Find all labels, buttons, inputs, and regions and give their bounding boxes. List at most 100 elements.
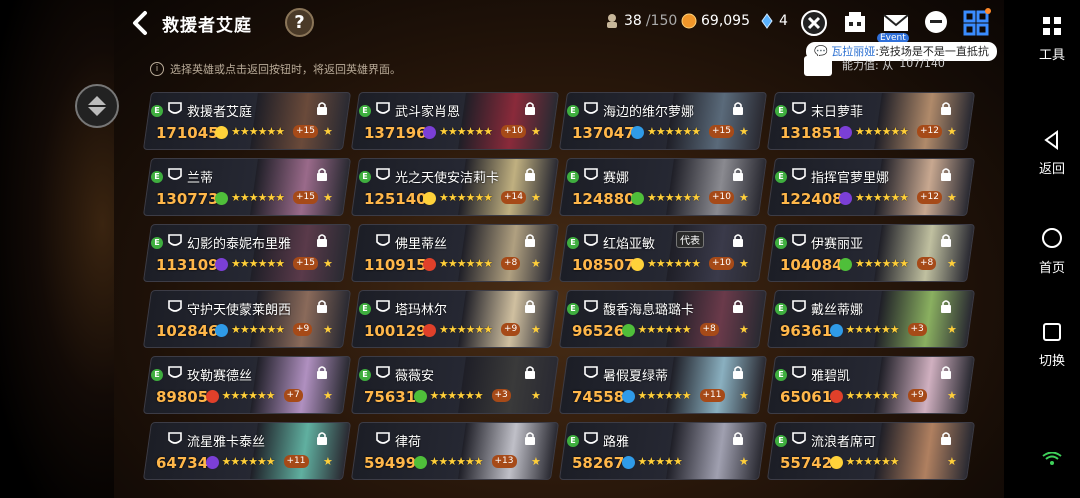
lock-icon[interactable] — [316, 233, 328, 247]
compass-icon[interactable] — [799, 8, 829, 38]
star-rating: ★★★★★★ — [647, 257, 701, 270]
star-rating: ★★★★★★ — [845, 455, 899, 468]
hero-card[interactable]: E 救援者艾庭 171045 ★★★★★★ +15 ★ — [142, 92, 352, 150]
class-icon — [376, 366, 390, 378]
e-badge: E — [775, 105, 787, 117]
rank-star-icon: ★ — [739, 323, 749, 336]
hero-power: 108507 — [572, 256, 635, 274]
hero-card[interactable]: E 兰蒂 130773 ★★★★★★ +15 ★ — [142, 158, 352, 216]
hero-card[interactable]: E 末日萝菲 131851 ★★★★★★ +12 ★ — [766, 92, 976, 150]
lock-icon[interactable] — [524, 431, 536, 445]
hero-card[interactable]: E 红焰亚敏 代表 108507 ★★★★★★ +10 ★ — [558, 224, 768, 282]
hero-count-max: /150 — [645, 13, 678, 29]
lock-icon[interactable] — [316, 167, 328, 181]
lock-icon[interactable] — [732, 299, 744, 313]
hero-name: 塔玛林尔 — [395, 303, 448, 318]
tools-button[interactable]: 工具 — [1024, 16, 1080, 63]
lock-icon[interactable] — [732, 167, 744, 181]
earth-element-icon — [413, 390, 427, 403]
lock-icon[interactable] — [524, 299, 536, 313]
lock-icon[interactable] — [940, 299, 952, 313]
rank-star-icon: ★ — [323, 389, 333, 402]
lock-icon[interactable] — [940, 233, 952, 247]
hero-card[interactable]: E 光之天使安洁莉卡 125140 ★★★★★★ +14 ★ — [350, 158, 560, 216]
hero-card[interactable]: E 路雅 58267 ★★★★★ ★ — [558, 422, 768, 480]
hero-card[interactable]: E 玫勒赛德丝 89805 ★★★★★★ +7 ★ — [142, 356, 352, 414]
hero-name: 流星雅卡泰丝 — [187, 435, 266, 450]
back-button[interactable]: 返回 — [1024, 130, 1080, 177]
e-badge: E — [775, 369, 787, 381]
hero-card[interactable]: 守护天使蒙莱朗西 102846 ★★★★★★ +9 ★ — [142, 290, 352, 348]
hero-card[interactable]: E 赛娜 124880 ★★★★★★ +10 ★ — [558, 158, 768, 216]
class-icon — [168, 366, 182, 378]
lock-icon[interactable] — [732, 101, 744, 115]
lock-icon[interactable] — [732, 233, 744, 247]
hero-card[interactable]: 律荷 59499 ★★★★★★ +13 ★ — [350, 422, 560, 480]
rank-star-icon: ★ — [947, 389, 957, 402]
hero-name: 律荷 — [395, 435, 422, 450]
enhance-level-badge: +11 — [699, 389, 725, 402]
hero-card[interactable]: E 流浪者席可 55742 ★★★★★★ ★ — [766, 422, 976, 480]
hero-card[interactable]: E 戴丝蒂娜 96361 ★★★★★★ +3 ★ — [766, 290, 976, 348]
lock-icon[interactable] — [524, 233, 536, 247]
lock-icon[interactable] — [940, 167, 952, 181]
chat-icon[interactable] — [921, 8, 951, 38]
hero-name: 流浪者席可 — [811, 435, 877, 450]
lock-icon[interactable] — [940, 365, 952, 379]
star-rating: ★★★★★★ — [855, 125, 909, 138]
class-icon — [584, 366, 598, 378]
hero-card[interactable]: E 馥香海息璐璐卡 96526 ★★★★★★ +8 ★ — [558, 290, 768, 348]
scroll-toggle-button[interactable] — [75, 84, 119, 128]
hero-card[interactable]: E 武斗家肖恩 137196 ★★★★★★ +10 ★ — [350, 92, 560, 150]
hero-card[interactable]: E 塔玛林尔 100129 ★★★★★★ +9 ★ — [350, 290, 560, 348]
hero-card[interactable]: E 海边的维尔萝娜 137047 ★★★★★★ +15 ★ — [558, 92, 768, 150]
hero-card[interactable]: E 伊赛丽亚 104084 ★★★★★★ +8 ★ — [766, 224, 976, 282]
e-badge: E — [151, 105, 163, 117]
lock-icon[interactable] — [316, 299, 328, 313]
lock-icon[interactable] — [524, 101, 536, 115]
e-badge: E — [775, 303, 787, 315]
lock-icon[interactable] — [940, 431, 952, 445]
hero-card[interactable]: E 指挥官萝里娜 122408 ★★★★★★ +12 ★ — [766, 158, 976, 216]
rank-star-icon: ★ — [947, 125, 957, 138]
hero-power: 100129 — [364, 322, 427, 340]
star-rating: ★★★★★★ — [429, 455, 483, 468]
hero-card[interactable]: 佛里蒂丝 110915 ★★★★★★ +8 ★ — [350, 224, 560, 282]
lock-icon[interactable] — [940, 101, 952, 115]
lock-icon[interactable] — [316, 431, 328, 445]
enhance-level-badge: +8 — [699, 323, 719, 336]
hero-name: 海边的维尔萝娜 — [603, 105, 695, 120]
sort-button[interactable] — [804, 56, 832, 76]
hero-card[interactable]: 暑假夏绿蒂 74558 ★★★★★★ +11 ★ — [558, 356, 768, 414]
e-badge: E — [359, 303, 371, 315]
earth-element-icon — [621, 324, 635, 337]
lock-icon[interactable] — [316, 365, 328, 379]
hero-card[interactable]: 流星雅卡泰丝 64734 ★★★★★★ +11 ★ — [142, 422, 352, 480]
star-rating: ★★★★★★ — [855, 191, 909, 204]
hero-card[interactable]: E 薇薇安 75631 ★★★★★★ +3 ★ — [350, 356, 560, 414]
guild-icon[interactable] — [840, 8, 870, 38]
menu-grid-icon[interactable] — [961, 8, 991, 38]
lock-icon[interactable] — [524, 167, 536, 181]
lock-icon[interactable] — [732, 431, 744, 445]
enhance-level-badge: +15 — [293, 125, 318, 138]
lock-icon[interactable] — [524, 365, 536, 379]
hero-card[interactable]: E 雅碧凯 65061 ★★★★★★ +9 ★ — [766, 356, 976, 414]
hero-card[interactable]: E 幻影的泰妮布里雅 113109 ★★★★★★ +15 ★ — [142, 224, 352, 282]
fire-element-icon — [829, 390, 843, 403]
lock-icon[interactable] — [316, 101, 328, 115]
back-arrow-icon[interactable] — [126, 8, 156, 38]
tools-grid-icon — [1043, 17, 1061, 35]
star-rating: ★★★★★★ — [439, 257, 493, 270]
class-icon — [168, 432, 182, 444]
hero-name: 薇薇安 — [395, 369, 435, 384]
hero-power: 124880 — [572, 190, 635, 208]
e-badge: E — [151, 237, 163, 249]
star-rating: ★★★★★★ — [439, 191, 493, 204]
home-button[interactable]: 首页 — [1024, 227, 1080, 276]
lock-icon[interactable] — [732, 365, 744, 379]
switch-button[interactable]: 切换 — [1024, 322, 1080, 369]
star-rating: ★★★★★★ — [647, 125, 701, 138]
help-button[interactable]: ? — [285, 8, 314, 37]
enhance-level-badge: +15 — [293, 257, 318, 270]
